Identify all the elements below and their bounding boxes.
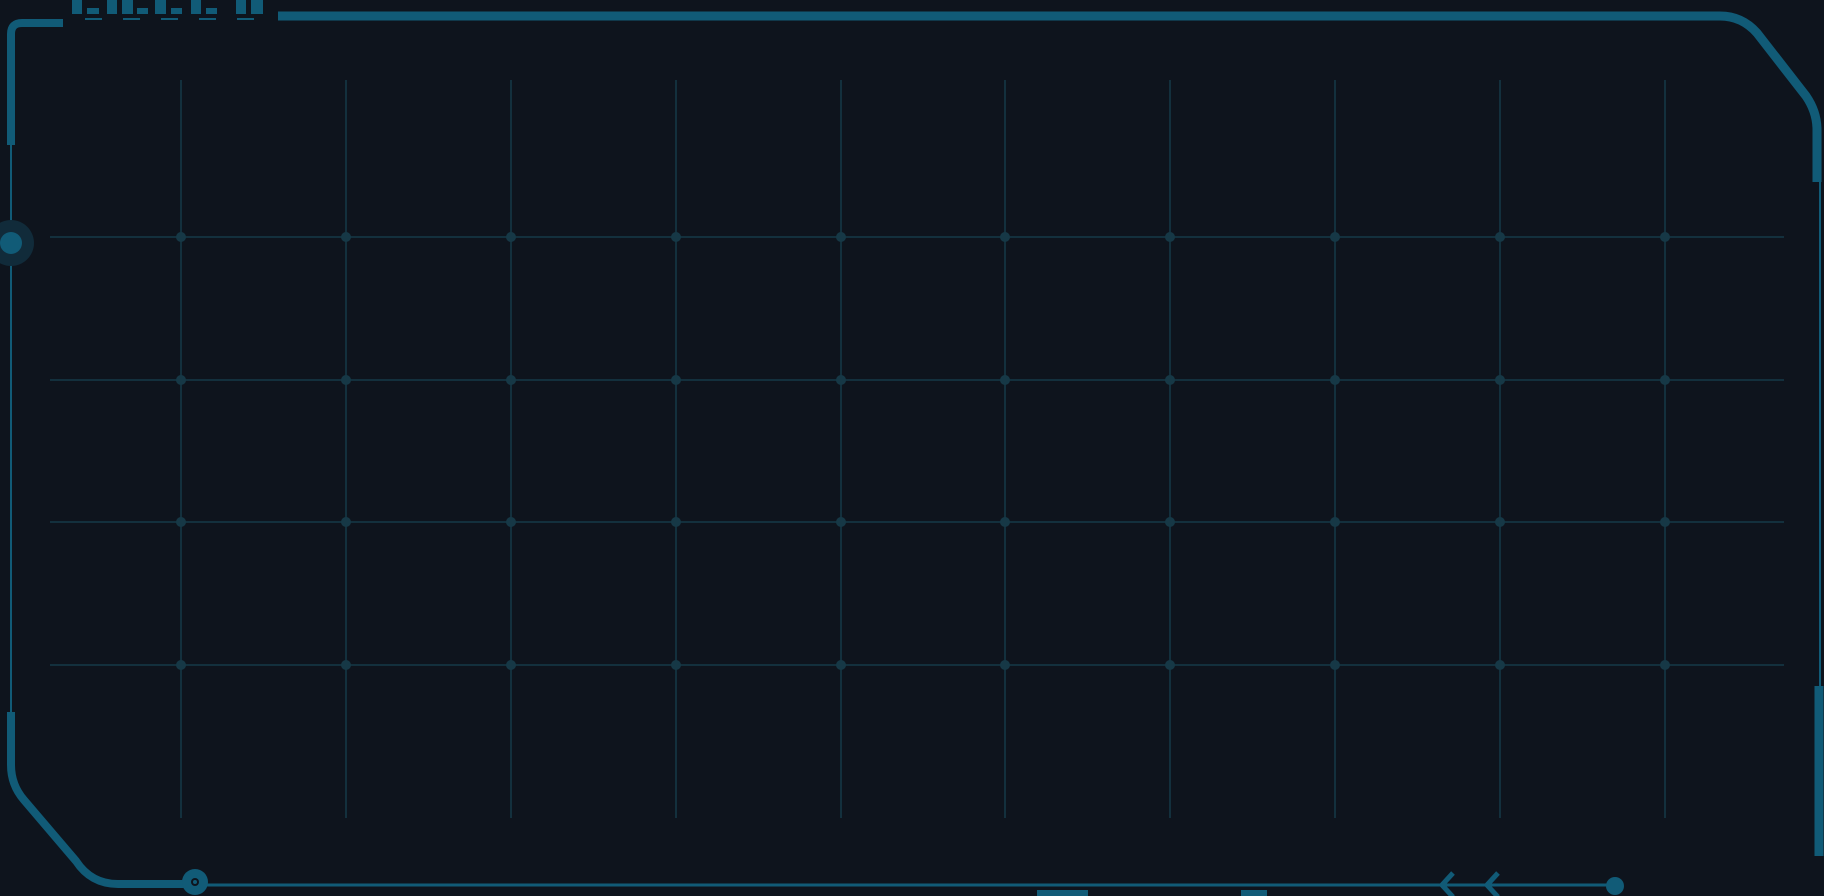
grid-node <box>1000 232 1010 242</box>
grid-node <box>836 517 846 527</box>
bar-segment <box>122 0 133 14</box>
grid-node <box>1000 517 1010 527</box>
grid-node <box>671 660 681 670</box>
circle-node-core <box>0 232 22 254</box>
ring-node-center <box>193 880 197 884</box>
bar-segment <box>87 8 99 14</box>
grid-node <box>1165 375 1175 385</box>
grid-node <box>1330 375 1340 385</box>
grid-node <box>506 517 516 527</box>
bar-underline <box>123 18 140 20</box>
grid-node <box>1330 517 1340 527</box>
grid-node <box>176 375 186 385</box>
grid-node <box>1495 232 1505 242</box>
bar-underline <box>85 18 102 20</box>
grid-node <box>1660 517 1670 527</box>
grid-node <box>1495 517 1505 527</box>
grid-node <box>341 660 351 670</box>
grid-node <box>671 517 681 527</box>
grid-node <box>341 232 351 242</box>
grid-node <box>176 660 186 670</box>
grid-node <box>1495 375 1505 385</box>
bottom-tick <box>1037 890 1088 896</box>
bar-segment <box>236 0 246 14</box>
bar-segment <box>107 0 117 14</box>
grid-node <box>836 375 846 385</box>
panel-background <box>0 0 1824 896</box>
ring-node-icon <box>182 869 208 895</box>
bar-segment <box>72 0 82 14</box>
grid-node <box>1165 232 1175 242</box>
bar-segment <box>206 8 217 14</box>
grid-node <box>506 660 516 670</box>
grid-node <box>671 375 681 385</box>
grid-node <box>1000 375 1010 385</box>
dot-node-icon <box>1606 877 1624 895</box>
grid-node <box>506 375 516 385</box>
bar-segment <box>137 8 148 14</box>
grid-node <box>1660 660 1670 670</box>
bar-segment <box>155 0 166 14</box>
grid-node <box>1660 375 1670 385</box>
bar-underline <box>199 18 216 20</box>
grid-node <box>506 232 516 242</box>
grid-node <box>1165 517 1175 527</box>
grid-node <box>341 375 351 385</box>
grid-node <box>341 517 351 527</box>
grid-node <box>176 517 186 527</box>
grid-node <box>836 232 846 242</box>
grid-node <box>836 660 846 670</box>
grid-node <box>1660 232 1670 242</box>
grid-node <box>1165 660 1175 670</box>
grid-node <box>1330 232 1340 242</box>
bottom-tick <box>1241 890 1267 896</box>
grid-node <box>176 232 186 242</box>
grid-node <box>1495 660 1505 670</box>
grid-node <box>1000 660 1010 670</box>
bar-segment <box>251 0 263 14</box>
bar-segment <box>191 0 201 14</box>
bar-segment <box>171 8 182 14</box>
bar-underline <box>161 18 178 20</box>
grid-node <box>671 232 681 242</box>
hud-frame-panel <box>0 0 1824 896</box>
grid-node <box>1330 660 1340 670</box>
bar-underline <box>237 18 254 20</box>
